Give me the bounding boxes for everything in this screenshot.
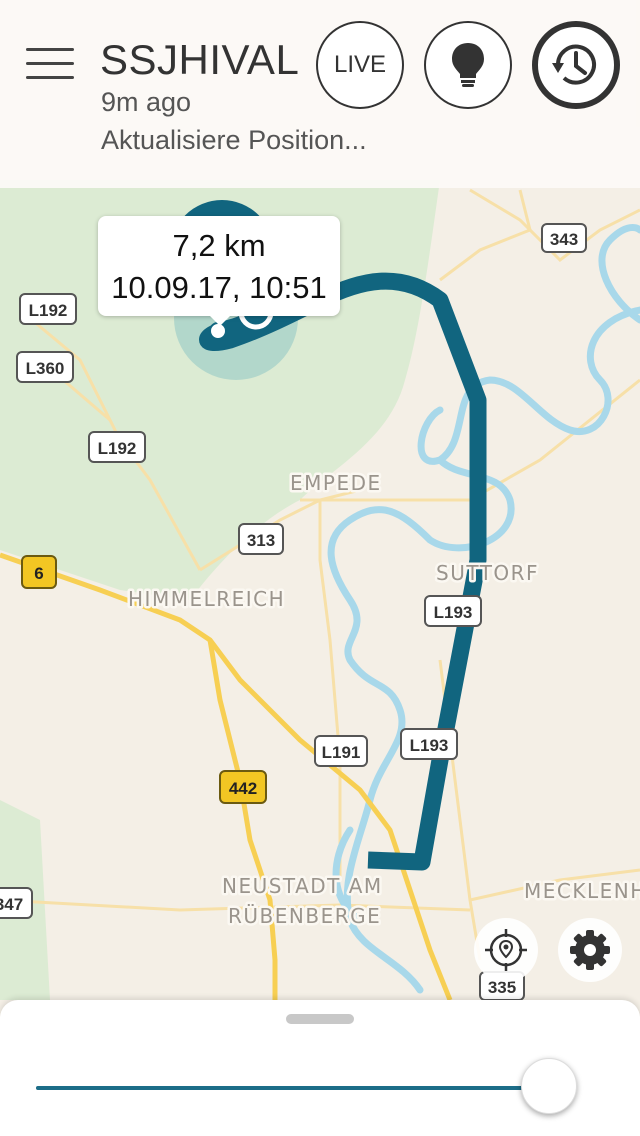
svg-text:L191: L191 <box>322 743 361 762</box>
sheet-grabber-handle[interactable] <box>286 1014 354 1024</box>
settings-gear-icon <box>570 930 610 970</box>
last-seen-time: 9m ago <box>101 87 192 117</box>
svg-text:6: 6 <box>34 564 43 583</box>
place-label-mecklenh: MECKLENH <box>524 879 640 903</box>
road-shield-l192: L192 <box>19 293 77 325</box>
place-label-himmelreich: HIMMELREICH <box>128 587 285 611</box>
place-label-ruebenberge: RÜBENBERGE <box>228 904 381 928</box>
svg-text:L193: L193 <box>434 603 473 622</box>
svg-text:442: 442 <box>229 779 257 798</box>
road-shield-b442: 442 <box>219 770 267 804</box>
svg-text:313: 313 <box>247 531 275 550</box>
tooltip-arrow <box>210 316 230 326</box>
timeline-sheet <box>0 1000 640 1136</box>
road-shield-l193: L193 <box>424 595 482 627</box>
history-clock-icon <box>552 44 596 85</box>
road-shield-l360: L360 <box>16 351 74 383</box>
place-label-neustadt: NEUSTADT AM <box>222 874 383 898</box>
timeline-slider-thumb[interactable] <box>521 1058 577 1114</box>
location-tooltip: 7,2 km 10.09.17, 10:51 <box>98 216 340 326</box>
position-status: Aktualisiere Position... <box>101 125 367 155</box>
locate-button[interactable] <box>474 918 538 982</box>
place-label-empede: EMPEDE <box>290 471 382 495</box>
settings-button[interactable] <box>558 918 622 982</box>
road-shield-l191: L191 <box>314 735 368 767</box>
road-shield-313: 313 <box>238 523 284 555</box>
timeline-slider-fill <box>36 1086 549 1090</box>
svg-text:L193: L193 <box>410 736 449 755</box>
hamburger-menu-icon[interactable] <box>26 44 74 84</box>
svg-text:L360: L360 <box>26 359 65 378</box>
road-shield-l193-b: L193 <box>400 728 458 760</box>
svg-text:L192: L192 <box>29 301 68 320</box>
svg-text:L192: L192 <box>98 439 137 458</box>
lightbulb-icon <box>452 43 484 87</box>
road-shield-343: 343 <box>541 223 587 253</box>
road-shield-347: 347 <box>0 887 33 919</box>
history-button[interactable] <box>532 21 620 109</box>
road-shield-l192-b: L192 <box>88 431 146 463</box>
tooltip-datetime: 10.09.17, 10:51 <box>111 270 327 305</box>
svg-text:347: 347 <box>0 895 23 914</box>
app-header: SSJHIVAL 9m ago Aktualisiere Position...… <box>0 0 640 188</box>
road-shield-b6: 6 <box>21 555 57 589</box>
place-label-suttorf: SUTTORF <box>436 561 539 585</box>
lightbulb-button[interactable] <box>424 21 512 109</box>
locate-crosshair-icon <box>485 929 527 971</box>
tooltip-distance: 7,2 km <box>172 228 266 263</box>
timeline-slider-track[interactable] <box>36 1086 576 1090</box>
device-name: SSJHIVAL <box>100 36 300 83</box>
live-button[interactable]: LIVE <box>316 21 404 109</box>
svg-text:343: 343 <box>550 230 578 249</box>
